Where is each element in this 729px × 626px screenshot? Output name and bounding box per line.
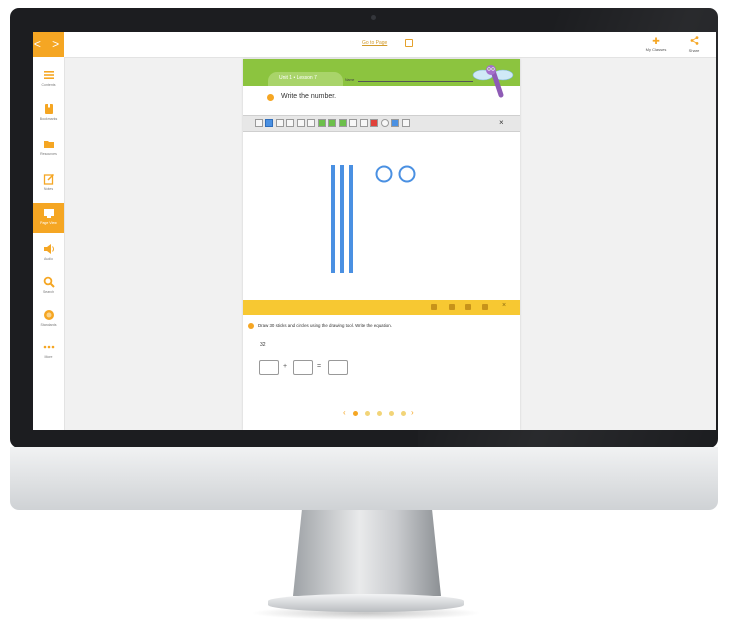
answer-box-3[interactable] [328,360,348,375]
close-icon[interactable]: × [499,118,504,127]
prev-page-button[interactable]: ‹ [343,408,346,417]
my-classes-label: My Classes [645,47,667,52]
smiley-icon [267,94,274,101]
sidebar-item-label: Audio [44,257,53,261]
notes-icon [43,173,54,185]
search-icon [43,276,55,288]
plus-icon: ✚ [652,36,660,46]
monitor-chin [10,447,718,510]
sidebar-item-standards[interactable]: Standards [33,309,64,327]
sidebar-item-page-view[interactable]: Page View [33,203,64,233]
green-tool-icon[interactable] [328,119,336,127]
undo-tool-icon[interactable] [360,119,368,127]
question-panel-toolbar: × [243,300,520,315]
sidebar-item-label: Search [42,290,55,294]
sidebar-item-label: Resources [40,152,57,156]
pager-dot[interactable] [365,411,370,416]
monitor-stand-neck [293,510,441,596]
sidebar-item-label: Notes [43,187,54,191]
app-screen: < > Go to Page ✚ My Classes Share Conten… [33,32,716,430]
trash-icon[interactable] [449,304,455,310]
color-wheel-icon[interactable] [381,119,389,127]
my-classes-button[interactable]: ✚ My Classes [639,36,673,52]
sidebar-item-contents[interactable]: Contents [33,69,64,87]
next-page-button[interactable]: › [411,408,414,417]
sidebar-item-label: More [44,355,53,359]
drawn-circle [398,165,416,183]
drawing-toolbar: × [243,115,520,132]
share-button[interactable]: Share [677,36,711,53]
eraser-tool-icon[interactable] [349,119,357,127]
contents-icon [43,71,54,79]
question-prompt: Write the number. [281,93,337,100]
smiley-icon [248,323,254,329]
drawn-circle [375,165,393,183]
sidebar: Contents Bookmarks Resources Notes Page … [33,57,65,430]
sidebar-item-search[interactable]: Search [33,276,64,294]
sidebar-item-resources[interactable]: Resources [33,138,64,156]
pager-dot[interactable] [377,411,382,416]
close-icon[interactable]: × [502,302,506,309]
sidebar-item-more[interactable]: More [33,341,64,359]
calendar-icon[interactable] [405,39,413,47]
question-number: 32 [260,342,266,348]
top-bar: < > Go to Page ✚ My Classes Share [33,32,716,58]
monitor-stand-base [268,594,464,612]
sidebar-item-notes[interactable]: Notes [33,173,64,191]
plus-sign: + [283,363,288,370]
bookmark-icon [44,104,53,114]
text-tool-icon[interactable] [297,119,305,127]
drawing-canvas[interactable] [243,131,520,299]
sidebar-item-label: Contents [41,83,56,87]
sidebar-item-bookmarks[interactable]: Bookmarks [33,103,64,121]
green-tool-icon[interactable] [339,119,347,127]
pencil-icon[interactable] [431,304,437,310]
lesson-banner: Unit 1 • Lesson 7 Name [243,59,520,98]
goto-page-link[interactable]: Go to Page [362,40,387,46]
question-instruction: Draw 30 sticks and circles using the dra… [258,323,392,328]
expand-icon[interactable] [482,304,488,310]
sidebar-item-audio[interactable]: Audio [33,243,64,261]
folder-icon [43,141,54,148]
red-color-icon[interactable] [370,119,378,127]
lesson-title: Unit 1 • Lesson 7 [279,75,317,81]
sidebar-item-label: Standards [40,323,57,327]
blue-color-icon[interactable] [391,119,399,127]
standards-icon [43,310,54,320]
camera [371,15,376,20]
worksheet-page: Unit 1 • Lesson 7 Name Write the number. [243,59,520,430]
print-icon[interactable] [465,304,471,310]
pager-dot[interactable] [401,411,406,416]
answer-box-1[interactable] [259,360,279,375]
highlighter-tool-icon[interactable] [286,119,294,127]
pager-dot[interactable] [353,411,358,416]
name-line[interactable] [358,81,473,82]
stamp-tool-icon[interactable] [307,119,315,127]
share-label: Share [688,48,700,53]
share-icon [677,36,711,48]
page-nav-button[interactable]: < > [33,32,64,57]
answer-box-2[interactable] [293,360,313,375]
select-tool-icon[interactable] [255,119,263,127]
dragonfly-illustration [472,65,514,98]
speaker-icon [43,244,54,254]
pointer-tool-icon[interactable] [265,119,273,127]
sidebar-item-label: Page View [40,221,57,225]
pager-dot[interactable] [389,411,394,416]
page-view-icon [43,209,54,218]
more-icon [43,345,54,349]
name-label: Name [345,78,355,82]
clear-tool-icon[interactable] [402,119,410,127]
equals-sign: = [317,363,322,370]
sidebar-item-label: Bookmarks [39,117,58,121]
pen-tool-icon[interactable] [276,119,284,127]
green-tool-icon[interactable] [318,119,326,127]
